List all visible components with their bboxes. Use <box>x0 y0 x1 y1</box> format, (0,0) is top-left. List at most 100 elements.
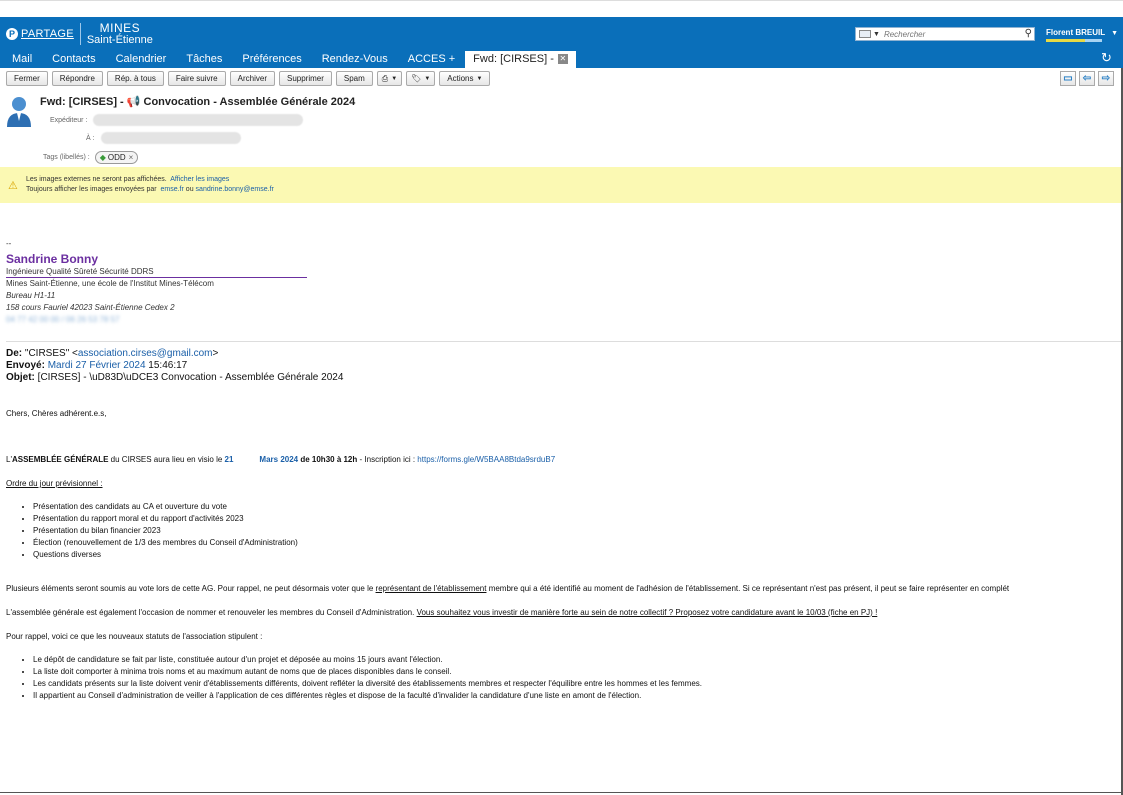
registration-link[interactable]: https://forms.gle/W5BAA8Btda9srduB7 <box>417 455 555 464</box>
brand-mines: MINES Saint-Étienne <box>87 22 153 46</box>
or-text: ou <box>185 186 194 193</box>
always-show-domain-link[interactable]: emse.fr <box>161 186 184 193</box>
window-border-bottom <box>0 792 1123 793</box>
print-button[interactable]: ⎙ ▼ <box>376 71 403 86</box>
warning-line-1: Les images externes ne seront pas affich… <box>26 176 229 183</box>
recipient-address-pill[interactable] <box>100 132 241 144</box>
forward-button[interactable]: Faire suivre <box>167 71 226 86</box>
signature-phone: 04 77 42 00 00 / 06 26 53 78 57 <box>6 315 120 324</box>
tag-chip[interactable]: ◆ ODD × <box>94 151 139 164</box>
recipient-row: À : <box>86 132 241 144</box>
sender-row: Expéditeur : <box>50 114 304 126</box>
chevron-down-icon: ▼ <box>391 75 398 82</box>
list-item: Questions diverses <box>33 549 298 561</box>
p1-mid: du CIRSES aura lieu en visio le <box>108 455 225 464</box>
agenda-list: Présentation des candidats au CA et ouve… <box>22 501 298 561</box>
tab-taches[interactable]: Tâches <box>176 53 232 68</box>
search-input[interactable] <box>883 29 1014 39</box>
list-item: Présentation des candidats au CA et ouve… <box>33 501 298 513</box>
brand-mines-line2: Saint-Étienne <box>86 34 153 46</box>
external-images-warning: ⚠ Les images externes ne seront pas affi… <box>0 167 1123 203</box>
p3-pre: L'assemblée générale est également l'occ… <box>6 608 417 617</box>
list-item: La liste doit comporter à minima trois n… <box>33 666 702 678</box>
forwarded-from-label: De: <box>6 348 23 359</box>
chevron-down-icon: ▼ <box>424 75 431 82</box>
tab-message[interactable]: Fwd: [CIRSES] - ✕ <box>465 51 576 68</box>
tag-chip-label: ODD <box>107 153 126 162</box>
forwarded-sent-row: Envoyé: Mardi 27 Février 2024 15:46:17 <box>6 360 343 372</box>
chevron-down-icon[interactable]: ▼ <box>873 31 880 38</box>
agenda-title: Ordre du jour prévisionnel : <box>6 479 103 488</box>
signature-name: Sandrine Bonny <box>6 252 99 266</box>
refresh-icon[interactable]: ↻ <box>1101 50 1112 66</box>
show-images-link[interactable]: Afficher les images <box>170 176 229 183</box>
greeting: Chers, Chères adhérent.e.s, <box>6 409 107 418</box>
vote-paragraph: Plusieurs éléments seront soumis au vote… <box>6 584 1009 593</box>
p1-day-link[interactable]: 21 <box>225 455 234 464</box>
forwarded-from-email-link[interactable]: association.cirses@gmail.com <box>78 348 213 359</box>
warning-line-2: Toujours afficher les images envoyées pa… <box>26 186 274 193</box>
p1-post: - Inscription ici : <box>357 455 418 464</box>
previous-arrow-icon[interactable]: ⇦ <box>1079 71 1095 86</box>
tab-mail[interactable]: Mail <box>0 53 42 68</box>
tag-icon: 🏷 <box>411 74 422 83</box>
p2-post: membre qui a été identifié au moment de … <box>486 584 1010 593</box>
tag-icon: ◆ <box>99 153 106 162</box>
brand-mines-line1: MINES <box>99 21 141 35</box>
forwarded-sent-time: 15:46:17 <box>148 360 188 371</box>
tab-acces[interactable]: ACCES + <box>398 53 465 68</box>
tag-button[interactable]: 🏷 ▼ <box>406 71 436 86</box>
archive-button[interactable]: Archiver <box>229 71 275 86</box>
close-tab-icon[interactable]: ✕ <box>557 54 568 64</box>
agenda-title-text: Ordre du jour prévisionnel : <box>6 479 103 488</box>
tags-row: Tags (libellés) : ◆ ODD × <box>43 151 139 164</box>
next-arrow-icon[interactable]: ⇨ <box>1098 71 1114 86</box>
user-menu[interactable]: Florent BREUIL ▼ <box>1046 28 1118 42</box>
brand-partage: PARTAGE <box>21 28 74 40</box>
p1-month-link[interactable]: Mars 2024 <box>259 455 298 464</box>
tab-rendez-vous[interactable]: Rendez-Vous <box>312 53 398 68</box>
p1-time: de 10h30 à 12h <box>298 455 358 464</box>
list-item: Présentation du rapport moral et du rapp… <box>33 513 298 525</box>
list-item: Le dépôt de candidature se fait par list… <box>33 654 702 666</box>
delete-button[interactable]: Supprimer <box>278 71 332 86</box>
forwarded-subject-row: Objet: [CIRSES] - \uD83D\uDCE3 Convocati… <box>6 372 343 384</box>
app-logo[interactable]: P PARTAGE MINES Saint-Étienne <box>6 20 153 48</box>
always-show-sender-link[interactable]: sandrine.bonny@emse.fr <box>196 186 274 193</box>
sender-address-pill[interactable] <box>93 114 304 126</box>
warning-icon: ⚠ <box>8 180 18 192</box>
close-button[interactable]: Fermer <box>6 71 48 86</box>
list-item: Élection (renouvellement de 1/3 des memb… <box>33 537 298 549</box>
actions-button[interactable]: Actions ▼ <box>439 71 491 86</box>
signature-separator: -- <box>6 239 12 248</box>
remove-tag-icon[interactable]: × <box>129 153 134 162</box>
reply-button[interactable]: Répondre <box>51 71 103 86</box>
app-tabs: Mail Contacts Calendrier Tâches Préféren… <box>0 50 576 68</box>
p3-underlined: Vous souhaitez vous investir de manière … <box>416 608 878 617</box>
search-box: ▼ ⚲ <box>855 27 1035 41</box>
spam-button[interactable]: Spam <box>335 71 373 86</box>
tab-preferences[interactable]: Préférences <box>232 53 311 68</box>
p1-bold: ASSEMBLÉE GÉNÉRALE <box>11 455 109 464</box>
reply-all-button[interactable]: Rép. à tous <box>106 71 164 86</box>
forwarded-subject-label: Objet: <box>6 372 35 383</box>
message-toolbar: Fermer Répondre Rép. à tous Faire suivre… <box>6 71 491 86</box>
mail-type-icon[interactable] <box>859 30 871 38</box>
sender-label: Expéditeur : <box>50 116 88 124</box>
signature-block: -- Sandrine Bonny Ingénieure Qualité Sûr… <box>6 238 307 326</box>
list-item: Il appartient au Conseil d'administratio… <box>33 690 702 702</box>
p2-pre: Plusieurs éléments seront soumis au vote… <box>6 584 376 593</box>
search-icon[interactable]: ⚲ <box>1025 28 1032 39</box>
forwarded-header: De: "CIRSES" <association.cirses@gmail.c… <box>6 348 343 384</box>
forwarded-from-row: De: "CIRSES" <association.cirses@gmail.c… <box>6 348 343 360</box>
view-nav: ▭ ⇦ ⇨ <box>1060 71 1114 86</box>
print-icon: ⎙ <box>381 73 389 83</box>
open-new-window-icon[interactable]: ▭ <box>1060 71 1076 86</box>
tab-contacts[interactable]: Contacts <box>42 53 105 68</box>
chevron-down-icon: ▼ <box>1111 30 1119 37</box>
forwarded-sent-date-link[interactable]: Mardi 27 Février 2024 <box>48 360 146 371</box>
tags-label: Tags (libellés) : <box>43 154 90 161</box>
forwarded-sent-label: Envoyé: <box>6 360 45 371</box>
tab-calendrier[interactable]: Calendrier <box>106 53 177 68</box>
signature-address: 158 cours Fauriel 42023 Saint-Étienne Ce… <box>6 303 175 312</box>
